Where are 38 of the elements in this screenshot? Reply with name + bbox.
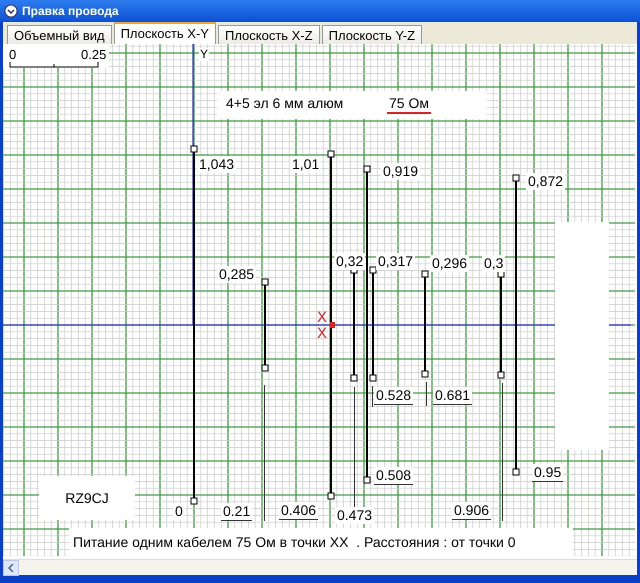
chevron-left-icon	[8, 564, 14, 572]
tab[interactable]: Плоскость Y-Z	[322, 25, 422, 44]
height-label: 0,872	[526, 173, 566, 190]
distance-label: 0.508	[374, 467, 414, 485]
height-label: 0,32	[334, 253, 366, 270]
feed-point-marker	[330, 322, 335, 328]
distance-label: 0.406	[279, 502, 318, 520]
leader-line	[372, 386, 373, 407]
height-label: 0,296	[430, 255, 470, 272]
caption-text: 4+5 эл 6 мм алюм	[226, 95, 344, 112]
height-label: 1,043	[197, 156, 236, 173]
scale-end-label: 0.25	[81, 48, 106, 62]
app-icon	[4, 4, 18, 18]
axis-label: Y	[199, 48, 210, 61]
distance-label: 0	[173, 503, 185, 520]
window-title: Правка провода	[22, 3, 119, 20]
distance-label: 0.906	[452, 502, 492, 520]
distance-label: 0.21	[221, 503, 252, 521]
callsign: RZ9CJ	[65, 488, 109, 508]
tab[interactable]: Плоскость X-Y	[114, 22, 216, 44]
height-label: 0,317	[376, 253, 416, 270]
scroll-left-button[interactable]	[3, 560, 19, 576]
height-label: 0,285	[217, 266, 256, 283]
tab[interactable]: Плоскость X-Z	[218, 25, 320, 44]
scale-start-label: 0	[9, 48, 16, 62]
impedance-label: 75 Ом	[387, 95, 431, 114]
distance-label: 0.681	[433, 387, 472, 405]
leader-line	[426, 382, 427, 406]
distance-label: 0.473	[335, 507, 374, 524]
distance-label: 0.528	[374, 387, 414, 405]
height-label: 1,01	[290, 156, 322, 173]
feed-mark: X	[317, 310, 328, 325]
feed-mark: X	[317, 326, 328, 341]
footer-note: Питание одним кабелем 75 Ом в точки XX . Расстояния : от точки 0	[73, 532, 516, 552]
height-label: 0,3	[482, 255, 506, 272]
height-label: 0,919	[381, 163, 420, 180]
distance-label: 0.95	[532, 464, 564, 482]
tab[interactable]: Объемный вид	[7, 25, 112, 44]
